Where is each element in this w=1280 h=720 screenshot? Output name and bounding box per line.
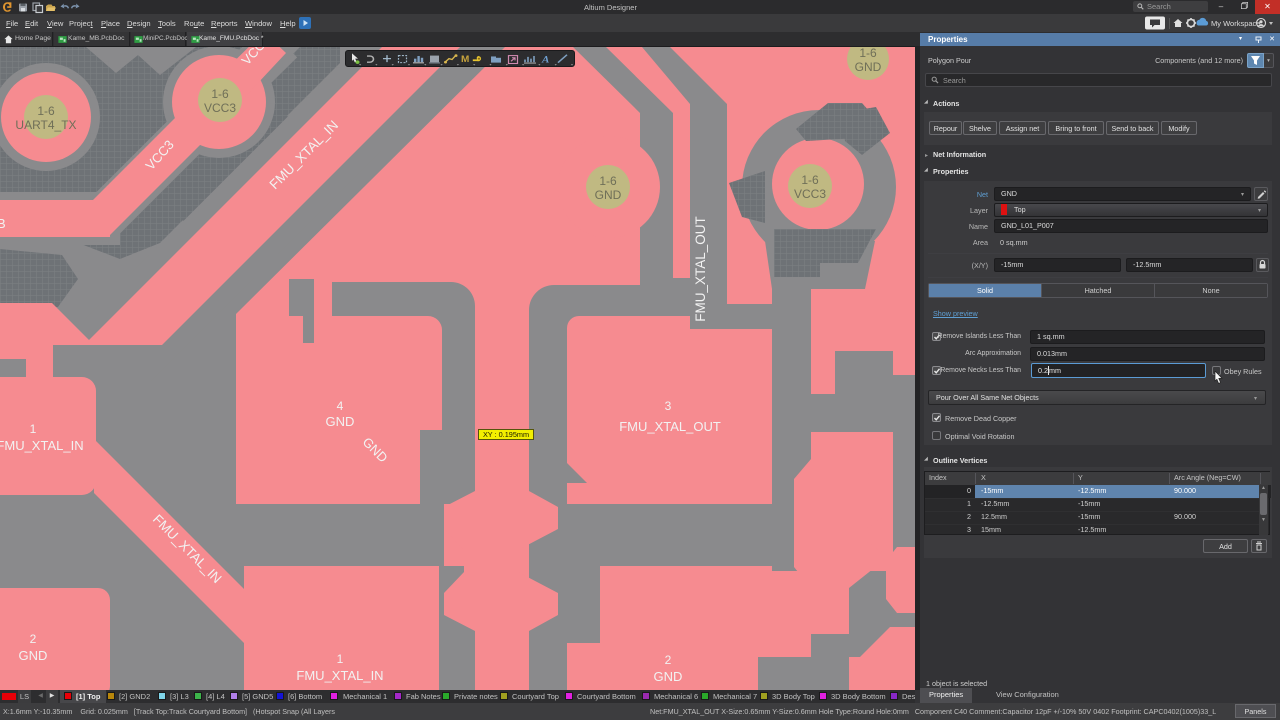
svg-text:GND: GND xyxy=(595,188,622,202)
svg-text:4: 4 xyxy=(337,399,344,413)
svg-text:2: 2 xyxy=(665,653,672,667)
svg-text:FMU_XTAL_IN: FMU_XTAL_IN xyxy=(296,668,383,683)
svg-text:VCC3: VCC3 xyxy=(204,101,236,115)
svg-text:GND: GND xyxy=(19,648,48,663)
svg-text:1: 1 xyxy=(30,422,37,436)
svg-text:GND: GND xyxy=(654,669,683,684)
svg-text:1-6: 1-6 xyxy=(859,47,877,60)
svg-text:UART4_TX: UART4_TX xyxy=(15,118,76,132)
svg-text:1-6: 1-6 xyxy=(801,173,819,187)
svg-text:1-6: 1-6 xyxy=(37,104,55,118)
svg-text:GND: GND xyxy=(326,414,355,429)
svg-text:3: 3 xyxy=(665,399,672,413)
svg-text:1: 1 xyxy=(337,652,344,666)
svg-text:FMU_XTAL_IN: FMU_XTAL_IN xyxy=(0,438,84,453)
svg-text:1-6: 1-6 xyxy=(211,87,229,101)
svg-text:M: M xyxy=(461,54,469,64)
svg-text:FMU_XTAL_OUT: FMU_XTAL_OUT xyxy=(619,419,721,434)
svg-text:FMU_XTAL_OUT: FMU_XTAL_OUT xyxy=(693,216,708,322)
svg-text:A: A xyxy=(541,55,549,65)
svg-text:1-6: 1-6 xyxy=(599,174,617,188)
svg-text:B: B xyxy=(0,216,6,231)
svg-text:My Workspace: My Workspace xyxy=(1211,19,1260,28)
svg-text:VCC3: VCC3 xyxy=(794,187,826,201)
svg-text:2: 2 xyxy=(30,632,37,646)
svg-text:GND: GND xyxy=(855,60,882,74)
